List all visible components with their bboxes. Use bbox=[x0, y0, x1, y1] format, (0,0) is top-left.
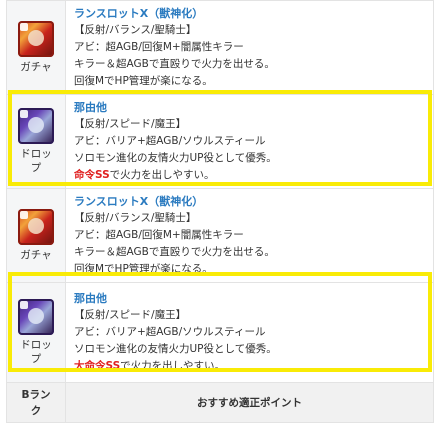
character-type: 【反射/スピード/魔王】 bbox=[74, 309, 187, 321]
character-comment: 回復MでHP管理が楽になる。 bbox=[74, 75, 213, 87]
description-cell: 那由他 【反射/スピード/魔王】 アビ：バリア+超AGB/ソウルスティール ソロ… bbox=[65, 282, 434, 383]
strike-shot-emphasis: 命令SS bbox=[74, 169, 110, 181]
character-comment: ソロモン進化の友情火力UP役として優秀。 bbox=[74, 343, 277, 355]
description-cell: ランスロットX（獣神化） 【反射/バランス/聖騎士】 アビ：超AGB/回復M+闇… bbox=[65, 0, 434, 95]
character-cell: ガチャ bbox=[6, 188, 66, 283]
page: ガチャ ランスロットX（獣神化） 【反射/バランス/聖騎士】 アビ：超AGB/回… bbox=[0, 0, 440, 423]
character-name-link[interactable]: ランスロットX（獣神化） bbox=[74, 193, 425, 210]
obtain-method: ドロップ bbox=[20, 148, 52, 174]
obtain-method: ガチャ bbox=[20, 61, 52, 73]
character-comment: キラー＆超AGBで直殴りで火力を出せる。 bbox=[74, 58, 275, 70]
character-comment: ソロモン進化の友情火力UP役として優秀。 bbox=[74, 152, 277, 164]
nayuta-avatar-icon[interactable] bbox=[18, 108, 54, 144]
character-abilities: アビ：バリア+超AGB/ソウルスティール bbox=[74, 326, 266, 338]
description-cell: 那由他 【反射/スピード/魔王】 アビ：バリア+超AGB/ソウルスティール ソロ… bbox=[65, 94, 434, 189]
nayuta-avatar-icon[interactable] bbox=[18, 299, 54, 335]
table-row: ドロップ 那由他 【反射/スピード/魔王】 アビ：バリア+超AGB/ソウルスティ… bbox=[6, 94, 434, 189]
character-abilities: アビ：バリア+超AGB/ソウルスティール bbox=[74, 135, 266, 147]
character-name-link[interactable]: 那由他 bbox=[74, 290, 425, 307]
character-abilities: アビ：超AGB/回復M+闇属性キラー bbox=[74, 229, 244, 241]
lancelot-x-avatar-icon[interactable] bbox=[18, 21, 54, 57]
character-cell: ドロップ bbox=[6, 94, 66, 189]
character-cell: ドロップ bbox=[6, 282, 66, 383]
table-row: ガチャ ランスロットX（獣神化） 【反射/バランス/聖騎士】 アビ：超AGB/回… bbox=[6, 0, 434, 95]
lancelot-x-avatar-icon[interactable] bbox=[18, 209, 54, 245]
description-cell: ランスロットX（獣神化） 【反射/バランス/聖騎士】 アビ：超AGB/回復M+闇… bbox=[65, 188, 434, 283]
table-row: ガチャ ランスロットX（獣神化） 【反射/バランス/聖騎士】 アビ：超AGB/回… bbox=[6, 188, 434, 283]
character-comment: 命令SSで火力を出しやすい。 bbox=[74, 169, 215, 181]
character-comment: 大命令SSで火力を出しやすい。 bbox=[74, 360, 226, 372]
character-abilities: アビ：超AGB/回復M+闇属性キラー bbox=[74, 41, 244, 53]
character-cell: ガチャ bbox=[6, 0, 66, 95]
table-row: ドロップ 那由他 【反射/スピード/魔王】 アビ：バリア+超AGB/ソウルスティ… bbox=[6, 282, 434, 383]
strike-shot-emphasis: 大命令SS bbox=[74, 360, 121, 372]
character-comment: キラー＆超AGBで直殴りで火力を出せる。 bbox=[74, 246, 275, 258]
recommended-characters-table: ガチャ ランスロットX（獣神化） 【反射/バランス/聖騎士】 アビ：超AGB/回… bbox=[6, 0, 434, 423]
character-name-link[interactable]: ランスロットX（獣神化） bbox=[74, 5, 425, 22]
points-header: おすすめ適正ポイント bbox=[65, 382, 434, 423]
character-type: 【反射/スピード/魔王】 bbox=[74, 118, 187, 130]
character-type: 【反射/バランス/聖騎士】 bbox=[74, 212, 197, 224]
table-header-row: Bランク おすすめ適正ポイント bbox=[6, 382, 434, 423]
obtain-method: ガチャ bbox=[20, 249, 52, 261]
character-name-link[interactable]: 那由他 bbox=[74, 99, 425, 116]
character-comment: 回復MでHP管理が楽になる。 bbox=[74, 263, 213, 275]
obtain-method: ドロップ bbox=[20, 339, 52, 365]
rank-header: Bランク bbox=[6, 382, 66, 423]
character-type: 【反射/バランス/聖騎士】 bbox=[74, 24, 197, 36]
